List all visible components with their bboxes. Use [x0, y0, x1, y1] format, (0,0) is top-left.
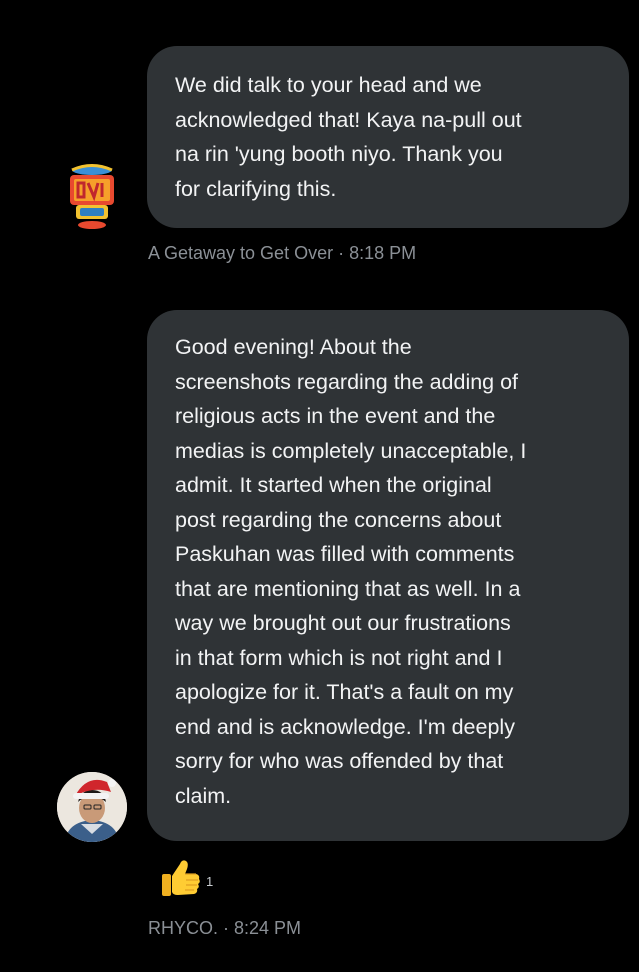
conversation-view: We did talk to your head and we acknowle… — [0, 0, 639, 972]
thumbs-up-icon — [162, 860, 200, 896]
message-text-line: that are mentioning that as well. In a — [175, 576, 521, 601]
message-text-line: sorry for who was offended by that — [175, 749, 504, 773]
message-text-line: medias is completely unacceptable, I — [175, 438, 527, 463]
santa-hat-avatar-icon[interactable] — [57, 772, 127, 842]
message-text-line: Paskuhan was filled with comments — [175, 542, 515, 566]
message-text-line: religious acts in the event and the — [175, 404, 496, 428]
message-text-line: apologize for it. That's a fault on my — [175, 680, 514, 704]
message-bubble[interactable]: We did talk to your head and we acknowle… — [147, 46, 629, 228]
message-text-line: We did talk to your head and we — [175, 73, 482, 97]
message-text-line: in that form which is not right and I — [175, 645, 503, 670]
message-text-line: end and is acknowledge. I'm deeply — [175, 714, 515, 739]
reaction-count: 1 — [206, 874, 214, 889]
message-text-line: post regarding the concerns about — [175, 507, 502, 532]
message-text-line: admit. It started when the original — [175, 473, 492, 497]
event-logo-icon[interactable] — [62, 155, 122, 233]
message-bubble[interactable]: Good evening! About the screenshots rega… — [147, 310, 629, 841]
message-text-line: na rin 'yung booth niyo. Thank you — [175, 142, 503, 166]
message-text-line: claim. — [175, 783, 232, 808]
message-text-line: screenshots regarding the adding of — [175, 369, 519, 394]
message-text-line: way we brought out our frustrations — [175, 611, 511, 635]
message-meta: A Getaway to Get Over · 8:18 PM — [148, 243, 417, 263]
message-text-line: acknowledged that! Kaya na-pull out — [175, 107, 522, 132]
message-text-line: for clarifying this. — [175, 176, 337, 201]
message-text-line: Good evening! About the — [175, 335, 412, 359]
message-meta: RHYCO. · 8:24 PM — [148, 918, 302, 938]
reaction-badge[interactable]: 1 — [160, 856, 213, 902]
